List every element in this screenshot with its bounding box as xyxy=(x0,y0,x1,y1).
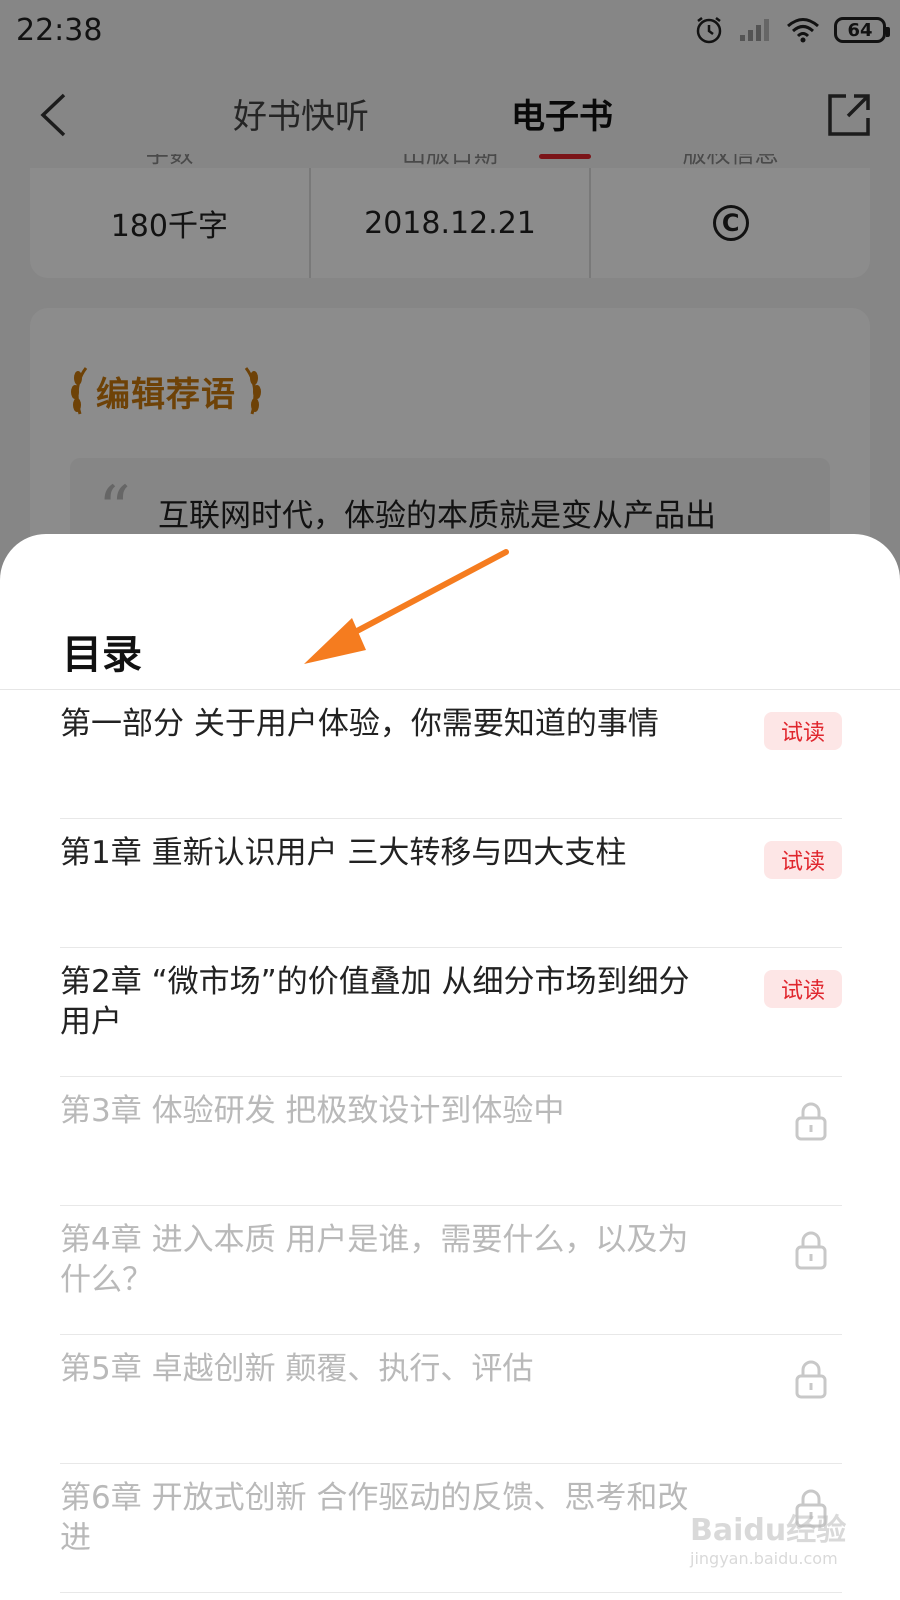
trial-badge: 试读 xyxy=(764,712,842,750)
toc-item-title: 第4章 进入本质 用户是谁，需要什么，以及为什么？ xyxy=(60,1222,689,1298)
trial-badge: 试读 xyxy=(764,841,842,879)
toc-item-title: 第3章 体验研发 把极致设计到体验中 xyxy=(60,1093,565,1129)
toc-item-title: 第1章 重新认识用户 三大转移与四大支柱 xyxy=(60,835,627,871)
toc-item[interactable]: 第5章 卓越创新 颠覆、执行、评估 xyxy=(60,1335,842,1464)
toc-item[interactable]: 第2章 “微市场”的价值叠加 从细分市场到细分用户 试读 xyxy=(60,948,842,1077)
toc-item[interactable]: 第1章 重新认识用户 三大转移与四大支柱 试读 xyxy=(60,819,842,948)
trial-badge: 试读 xyxy=(764,970,842,1008)
toc-bottom-sheet: 目录 第一部分 关于用户体验，你需要知道的事情 试读 第1章 重新认识用户 三大… xyxy=(0,534,900,1600)
toc-item[interactable]: 第4章 进入本质 用户是谁，需要什么，以及为什么？ xyxy=(60,1206,842,1335)
toc-item[interactable]: 第3章 体验研发 把极致设计到体验中 xyxy=(60,1077,842,1206)
lock-icon xyxy=(795,1231,827,1270)
lock-icon xyxy=(795,1102,827,1141)
watermark-logo: Baidu经验 xyxy=(690,1513,847,1548)
toc-item-title: 第5章 卓越创新 颠覆、执行、评估 xyxy=(60,1351,534,1387)
baidu-watermark: Baidu经验 jingyan.baidu.com xyxy=(690,1505,860,1587)
toc-item[interactable]: 第一部分 关于用户体验，你需要知道的事情 试读 xyxy=(60,690,842,819)
lock-icon xyxy=(795,1360,827,1399)
annotation-arrow-icon xyxy=(304,549,509,664)
watermark-url: jingyan.baidu.com xyxy=(690,1549,838,1568)
toc-list: 第一部分 关于用户体验，你需要知道的事情 试读 第1章 重新认识用户 三大转移与… xyxy=(60,690,842,1593)
toc-title: 目录 xyxy=(62,632,142,678)
toc-item-title: 第一部分 关于用户体验，你需要知道的事情 xyxy=(60,706,659,742)
toc-item-title: 第2章 “微市场”的价值叠加 从细分市场到细分用户 xyxy=(60,964,690,1040)
toc-item-title: 第6章 开放式创新 合作驱动的反馈、思考和改进 xyxy=(60,1480,689,1556)
